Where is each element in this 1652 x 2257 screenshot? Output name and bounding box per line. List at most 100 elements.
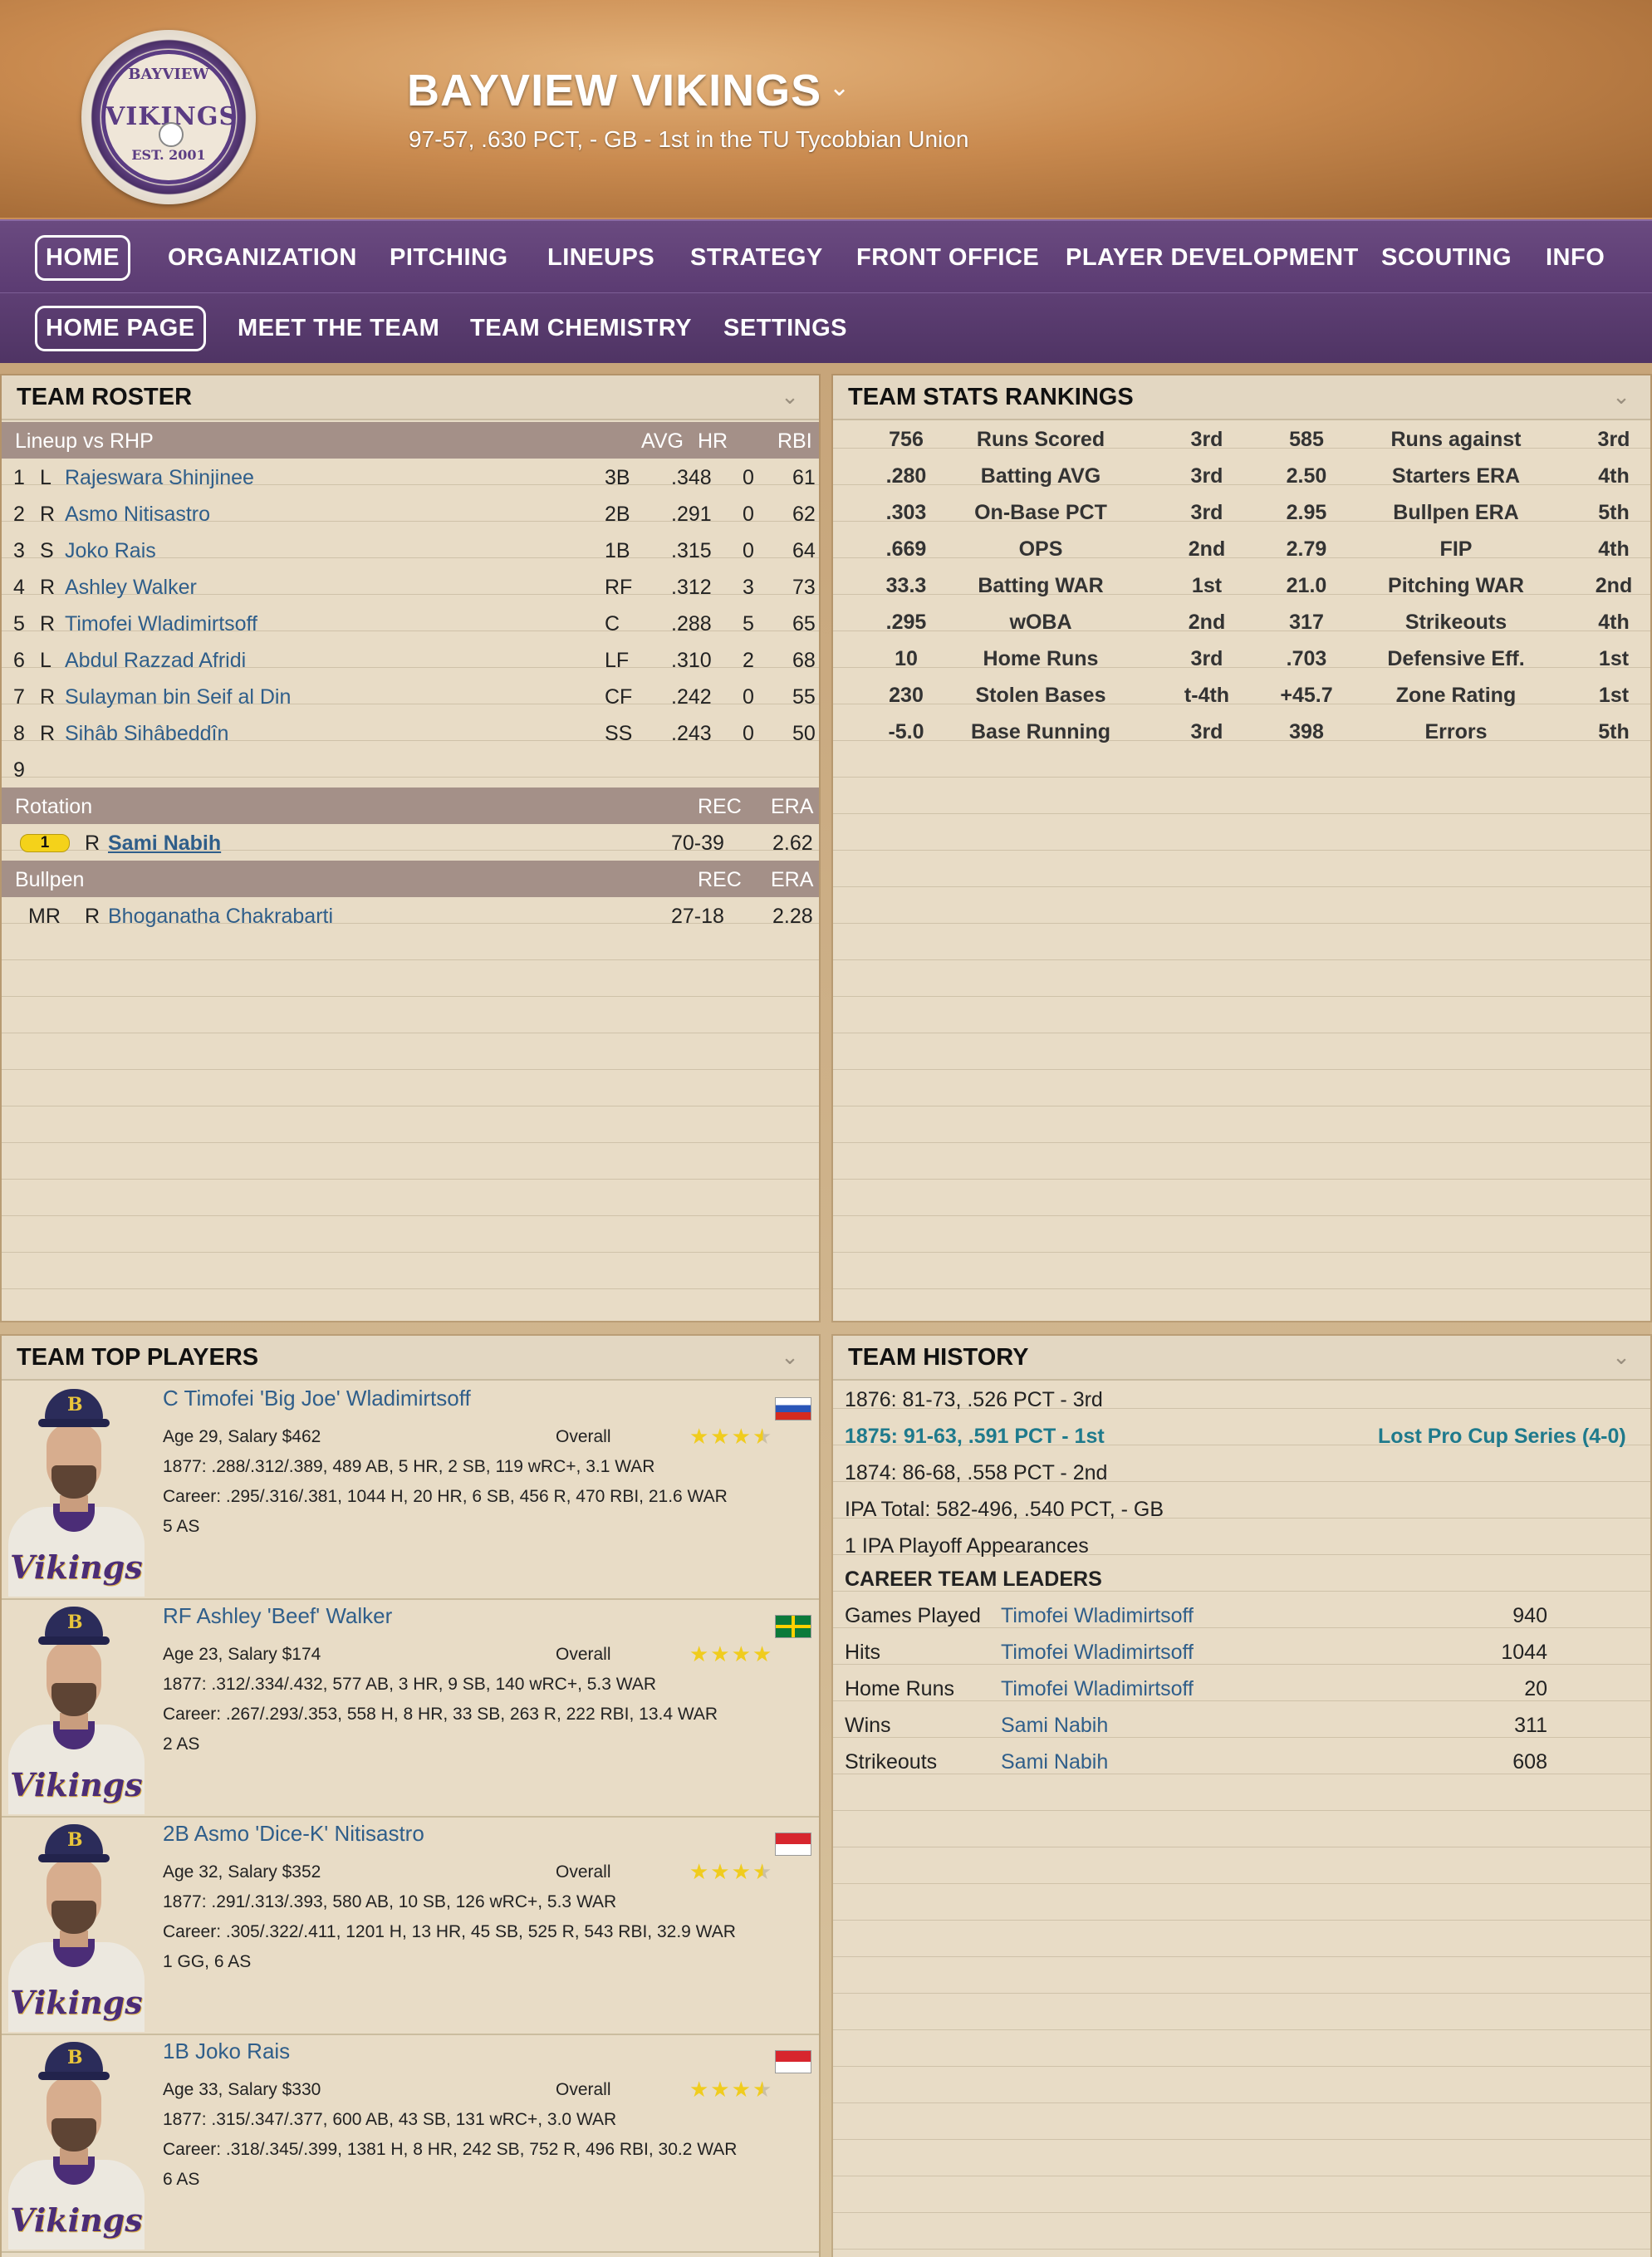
avg-value: .312 — [671, 576, 712, 599]
ranking-row: .295 wOBA 2nd 317 Strikeouts 4th — [833, 603, 1650, 640]
season-note: Lost Pro Cup Series (4-0) — [1378, 1425, 1626, 1448]
player-portrait[interactable]: B Vikings — [2, 1818, 148, 2032]
season-row[interactable]: 1875: 91-63, .591 PCT - 1st Lost Pro Cup … — [833, 1417, 1650, 1454]
leader-value: 20 — [1524, 1677, 1547, 1700]
nav-scouting[interactable]: SCOUTING — [1381, 221, 1512, 294]
stat-label: Runs Scored — [976, 428, 1105, 451]
awards: 1 GG, 6 AS — [163, 1952, 252, 1971]
stat-label: Zone Rating — [1395, 684, 1517, 707]
nav-organization[interactable]: ORGANIZATION — [168, 221, 357, 294]
player-link[interactable]: Timofei Wladimirtsoff — [65, 612, 257, 636]
rotation-header-row: Rotation REC ERA — [2, 787, 819, 824]
stat-value: .303 — [885, 501, 927, 524]
nav-pitching[interactable]: PITCHING — [390, 221, 508, 294]
nav-player-development[interactable]: PLAYER DEVELOPMENT — [1066, 221, 1359, 294]
subnav-meet-the-team[interactable]: MEET THE TEAM — [238, 293, 439, 363]
subnav-home-page[interactable]: HOME PAGE — [35, 293, 206, 363]
overall-label: Overall — [556, 2080, 611, 2099]
rbi-value: 65 — [792, 612, 816, 635]
stat-rank: 3rd — [1190, 464, 1223, 488]
avg-value: .291 — [671, 503, 712, 526]
player-portrait[interactable]: B Vikings — [2, 2035, 148, 2250]
leader-name-link[interactable]: Timofei Wladimirtsoff — [1001, 1604, 1194, 1628]
jersey-script: Vikings — [10, 2201, 143, 2239]
player-portrait[interactable]: B Vikings — [2, 1600, 148, 1814]
leader-name-link[interactable]: Timofei Wladimirtsoff — [1001, 1641, 1194, 1665]
avg-value: .310 — [671, 649, 712, 672]
hr-value: 3 — [743, 576, 754, 599]
career-stats: Career: .318/.345/.399, 1381 H, 8 HR, 24… — [163, 2140, 738, 2159]
player-link[interactable]: Ashley Walker — [65, 576, 197, 600]
stat-label: OPS — [1018, 537, 1063, 561]
leader-category: Hits — [845, 1641, 881, 1664]
career-stats: Career: .305/.322/.411, 1201 H, 13 HR, 4… — [163, 1922, 736, 1941]
ranking-row: 33.3 Batting WAR 1st 21.0 Pitching WAR 2nd — [833, 567, 1650, 603]
rec-header: REC — [698, 795, 742, 818]
nav-front-office[interactable]: FRONT OFFICE — [856, 221, 1039, 294]
handedness: R — [40, 503, 56, 526]
avg-value: .288 — [671, 612, 712, 635]
chevron-down-icon[interactable]: ⌄ — [776, 1344, 804, 1369]
leader-row: Hits Timofei Wladimirtsoff 1044 — [833, 1633, 1650, 1670]
team-name[interactable]: BAYVIEW VIKINGS — [407, 65, 821, 116]
nav-home[interactable]: HOME — [35, 221, 130, 294]
era-header: ERA — [771, 795, 814, 818]
rbi-value: 62 — [792, 503, 816, 526]
nav-lineups[interactable]: LINEUPS — [547, 221, 654, 294]
player-link[interactable]: Sihâb Sihâbeddîn — [65, 722, 228, 746]
rbi-value: 73 — [792, 576, 816, 599]
stat-rank: 3rd — [1190, 501, 1223, 524]
career-stats: Career: .295/.316/.381, 1044 H, 20 HR, 6… — [163, 1487, 728, 1506]
ipa-total-row: IPA Total: 582-496, .540 PCT, - GB — [833, 1490, 1650, 1527]
player-link[interactable]: Joko Rais — [65, 539, 156, 563]
ranking-row: -5.0 Base Running 3rd 398 Errors 5th — [833, 713, 1650, 749]
subnav-settings[interactable]: SETTINGS — [723, 293, 847, 363]
leader-name-link[interactable]: Timofei Wladimirtsoff — [1001, 1677, 1194, 1701]
playoff-appearances: 1 IPA Playoff Appearances — [845, 1534, 1089, 1558]
rbi-value: 68 — [792, 649, 816, 672]
jersey-script: Vikings — [10, 1766, 143, 1803]
beard — [51, 1465, 96, 1499]
stat-value: 2.79 — [1286, 537, 1327, 561]
handedness: R — [40, 612, 56, 635]
chevron-down-icon[interactable]: ⌄ — [1607, 384, 1635, 409]
chevron-down-icon[interactable]: ⌄ — [776, 384, 804, 409]
player-link[interactable]: Abdul Razzad Afridi — [65, 649, 246, 673]
player-name-link[interactable]: 1B Joko Rais — [163, 2039, 290, 2064]
stat-label: Pitching WAR — [1388, 574, 1524, 597]
stat-label: Bullpen ERA — [1393, 501, 1519, 524]
player-link[interactable]: Asmo Nitisastro — [65, 503, 210, 527]
era-header: ERA — [771, 868, 814, 891]
leader-name-link[interactable]: Sami Nabih — [1001, 1714, 1108, 1738]
stat-label: On-Base PCT — [974, 501, 1107, 524]
subnav-team-chemistry[interactable]: TEAM CHEMISTRY — [470, 293, 692, 363]
rec-value: 27-18 — [671, 905, 724, 928]
player-name-link[interactable]: 2B Asmo 'Dice-K' Nitisastro — [163, 1821, 424, 1847]
player-link[interactable]: Rajeswara Shinjinee — [65, 466, 254, 490]
player-link[interactable]: Bhoganatha Chakrabarti — [108, 905, 333, 929]
jersey-script: Vikings — [10, 1548, 143, 1586]
player-name-link[interactable]: RF Ashley 'Beef' Walker — [163, 1603, 392, 1629]
leader-value: 1044 — [1501, 1641, 1547, 1664]
rbi-header: RBI — [777, 429, 812, 453]
age-salary: Age 29, Salary $462 — [163, 1427, 321, 1446]
stat-rank: 4th — [1598, 537, 1630, 561]
chevron-down-icon[interactable]: ⌄ — [1607, 1344, 1635, 1369]
player-portrait[interactable]: B Vikings — [2, 1382, 148, 1597]
stat-label: Strikeouts — [1404, 611, 1507, 634]
lineup-slot: 5 — [13, 612, 25, 635]
player-link[interactable]: Sami Nabih — [108, 832, 221, 856]
stat-label: Batting WAR — [978, 574, 1104, 597]
country-flag — [775, 2050, 811, 2073]
nav-strategy[interactable]: STRATEGY — [690, 221, 823, 294]
chevron-down-icon[interactable]: ⌄ — [829, 76, 850, 101]
hr-value: 0 — [743, 685, 754, 709]
player-link[interactable]: Sulayman bin Seif al Din — [65, 685, 291, 709]
stat-value: 10 — [895, 647, 918, 670]
player-name-link[interactable]: C Timofei 'Big Joe' Wladimirtsoff — [163, 1386, 471, 1411]
leader-name-link[interactable]: Sami Nabih — [1001, 1750, 1108, 1774]
nav-info[interactable]: INFO — [1546, 221, 1605, 294]
season-row: 1876: 81-73, .526 PCT - 3rd — [833, 1381, 1650, 1417]
panel-title: TEAM STATS RANKINGS — [848, 384, 1134, 410]
awards: 2 AS — [163, 1734, 200, 1754]
